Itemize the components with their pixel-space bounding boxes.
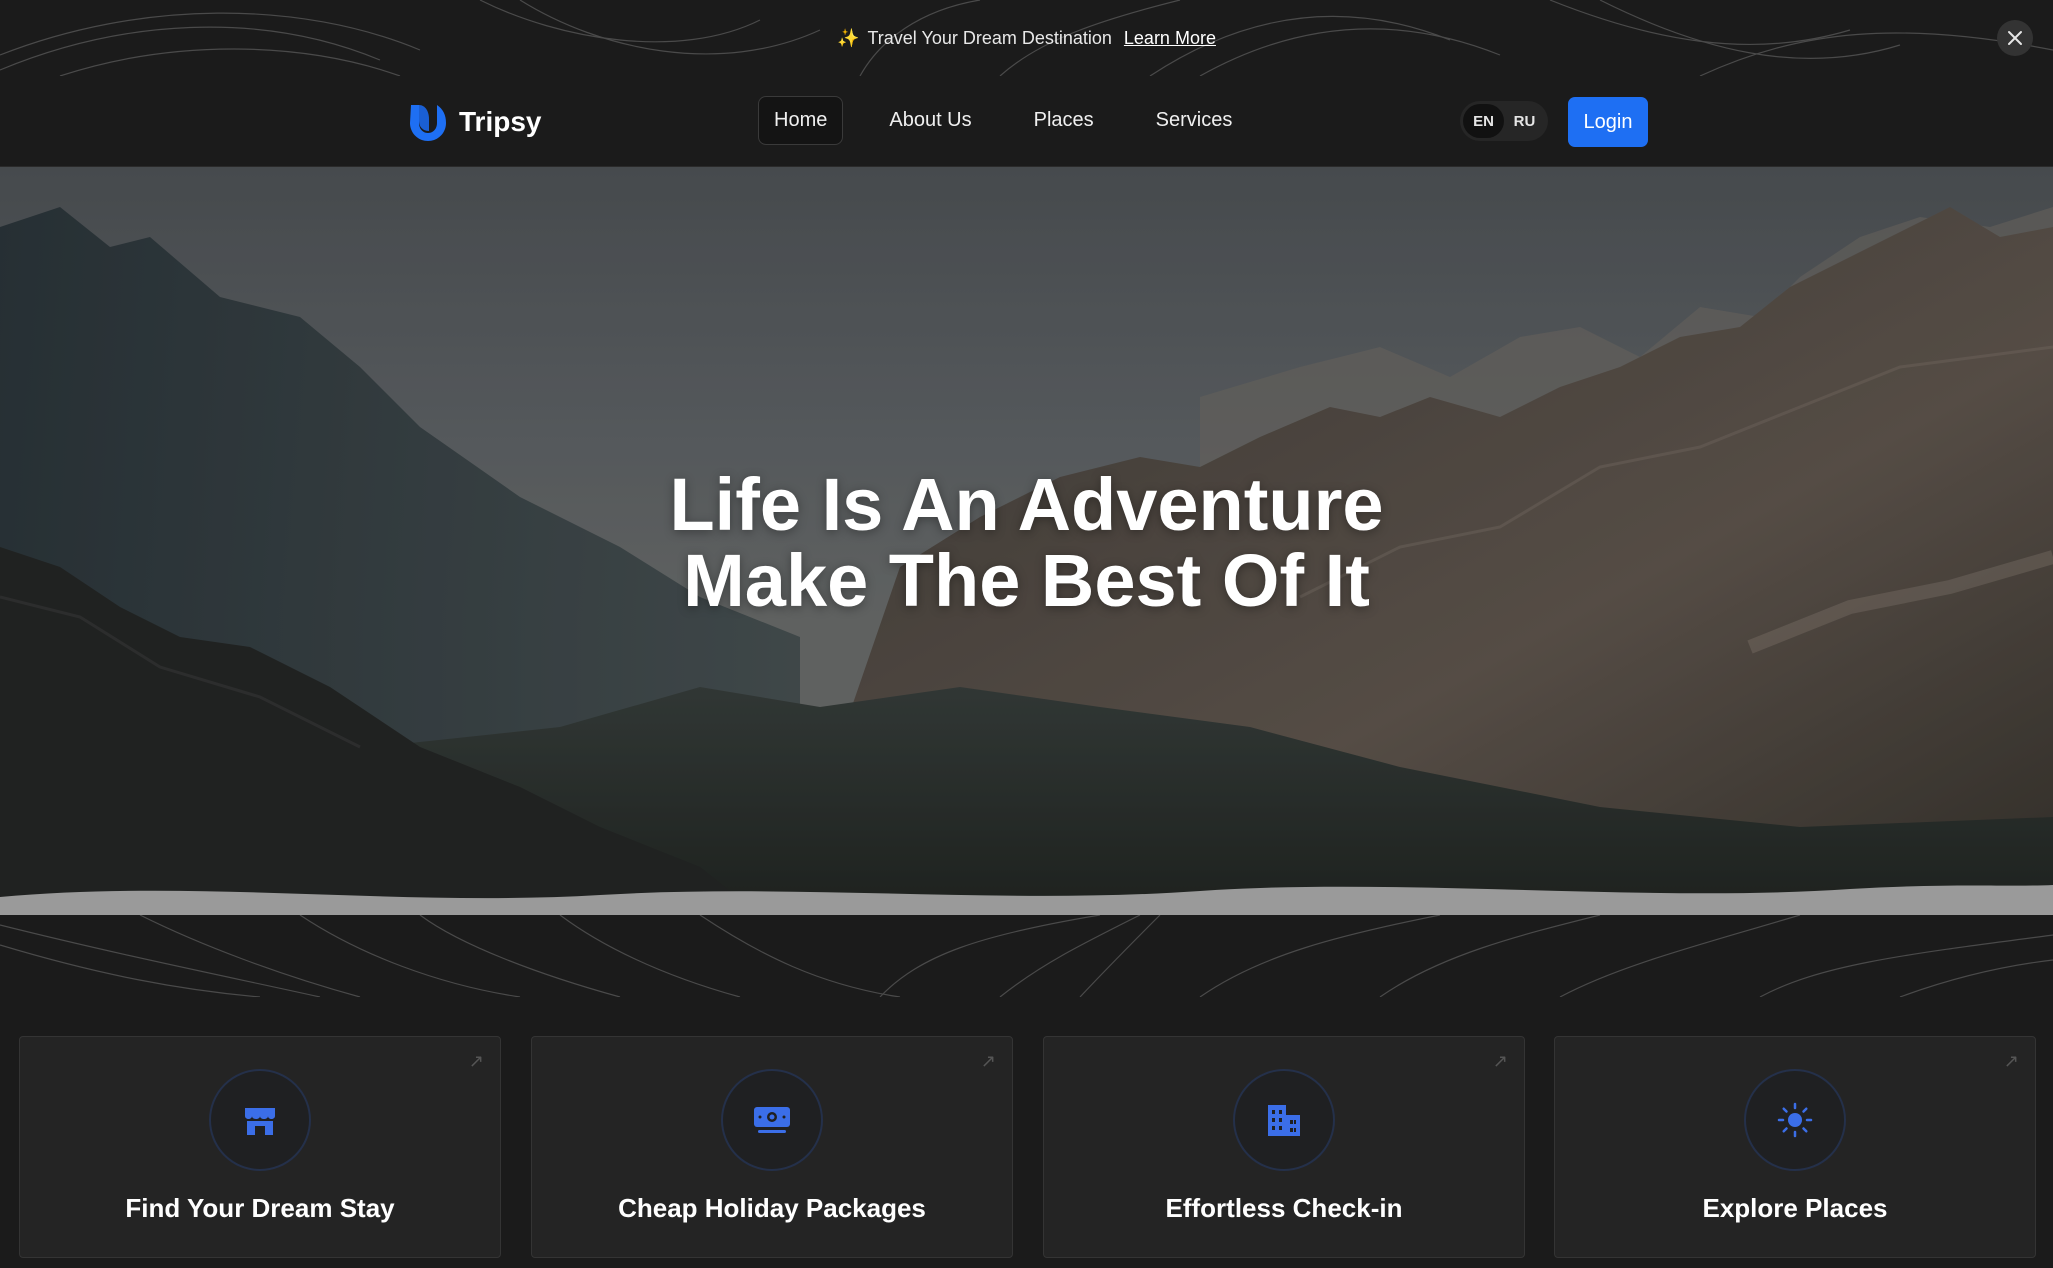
nav-services[interactable]: Services xyxy=(1140,96,1249,145)
language-switcher: EN RU xyxy=(1460,101,1548,141)
card-icon-circle xyxy=(1744,1069,1846,1171)
main-nav: Home About Us Places Services xyxy=(758,96,1248,145)
hero-line-1: Life Is An Adventure xyxy=(669,463,1384,546)
feature-card-explore-places[interactable]: ↗ Explore Places xyxy=(1554,1036,2036,1258)
tripsy-logo-icon xyxy=(410,105,446,141)
sparkle-icon: ✨ xyxy=(837,27,860,48)
login-button[interactable]: Login xyxy=(1568,97,1648,147)
site-header: Tripsy Home About Us Places Services EN … xyxy=(0,76,2053,167)
nav-home[interactable]: Home xyxy=(758,96,844,145)
brand-name: Tripsy xyxy=(459,106,542,137)
announcement-bar: ✨ Travel Your Dream Destination Learn Mo… xyxy=(0,0,2053,76)
lang-ru[interactable]: RU xyxy=(1504,104,1545,138)
hero-heading: Life Is An Adventure Make The Best Of It xyxy=(0,467,2053,619)
lang-en[interactable]: EN xyxy=(1463,104,1504,138)
card-icon-circle xyxy=(209,1069,311,1171)
card-title: Find Your Dream Stay xyxy=(125,1193,395,1223)
arrow-up-right-icon: ↗ xyxy=(980,1051,996,1071)
learn-more-link[interactable]: Learn More xyxy=(1124,28,1216,49)
feature-card-check-in[interactable]: ↗ Effortless Check-in xyxy=(1043,1036,1525,1258)
feature-cards: ↗ Find Your Dream Stay ↗ Cheap Holiday P… xyxy=(0,1036,2053,1268)
arrow-up-right-icon: ↗ xyxy=(2003,1051,2019,1071)
card-icon-circle xyxy=(1233,1069,1335,1171)
arrow-up-right-icon: ↗ xyxy=(1492,1051,1508,1071)
close-announcement-button[interactable] xyxy=(1997,20,2033,56)
feature-card-dream-stay[interactable]: ↗ Find Your Dream Stay xyxy=(19,1036,501,1258)
hero-section: Life Is An Adventure Make The Best Of It xyxy=(0,167,2053,915)
announcement-text: Travel Your Dream Destination xyxy=(867,27,1112,48)
brand-logo[interactable]: Tripsy xyxy=(407,101,541,143)
wave-pattern xyxy=(0,915,2053,997)
sun-icon xyxy=(1777,1102,1813,1138)
card-title: Explore Places xyxy=(1702,1193,1888,1223)
building-icon xyxy=(1268,1105,1300,1136)
nav-places[interactable]: Places xyxy=(1018,96,1110,145)
storefront-icon xyxy=(245,1108,275,1135)
nav-about-us[interactable]: About Us xyxy=(873,96,987,145)
hero-line-2: Make The Best Of It xyxy=(683,539,1370,622)
decorative-band xyxy=(0,915,2053,997)
card-title: Effortless Check-in xyxy=(1165,1193,1403,1223)
feature-card-holiday-packages[interactable]: ↗ Cheap Holiday Packages xyxy=(531,1036,1013,1258)
arrow-up-right-icon: ↗ xyxy=(468,1051,484,1071)
close-icon xyxy=(2008,31,2022,45)
money-icon xyxy=(754,1107,790,1133)
card-icon-circle xyxy=(721,1069,823,1171)
card-title: Cheap Holiday Packages xyxy=(618,1193,926,1223)
